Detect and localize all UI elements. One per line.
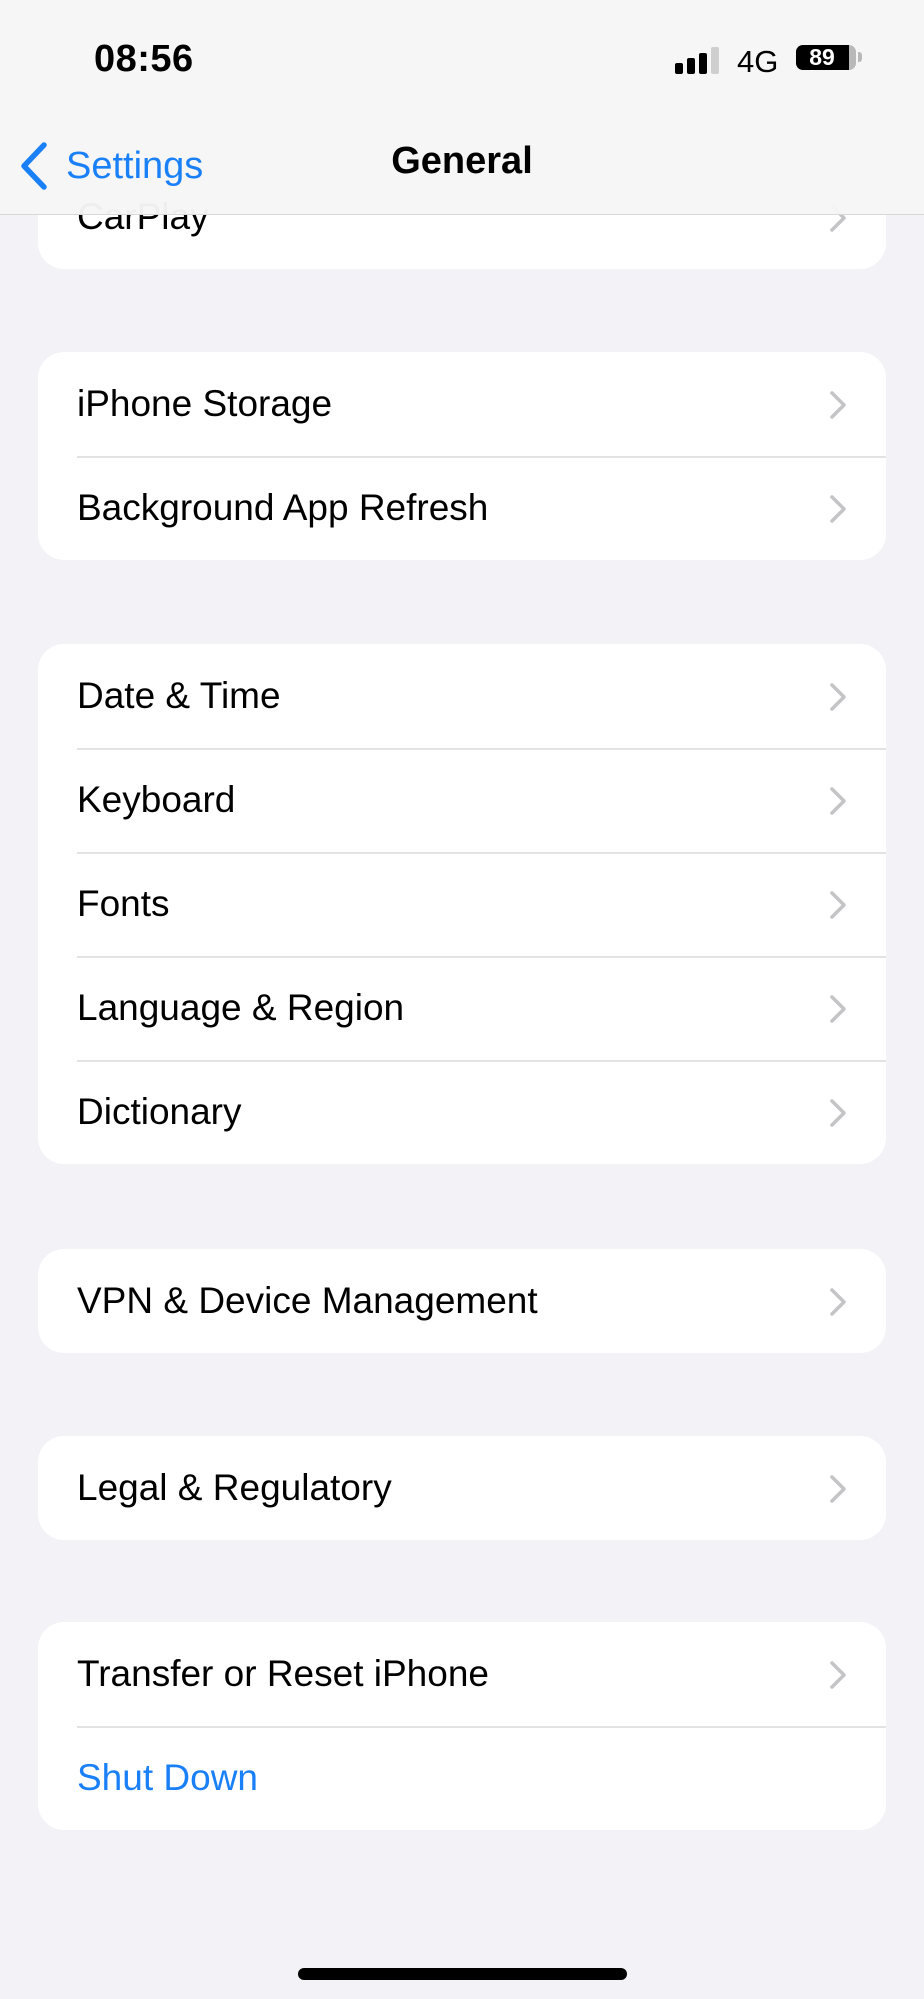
battery-nub <box>858 52 862 62</box>
group-reset: Transfer or Reset iPhone Shut Down <box>38 1622 886 1830</box>
chevron-right-icon <box>830 787 846 815</box>
row-date-time[interactable]: Date & Time <box>38 644 886 748</box>
chevron-right-icon <box>830 683 846 711</box>
row-background-app-refresh[interactable]: Background App Refresh <box>38 456 886 560</box>
battery-icon: 89 <box>796 45 856 70</box>
row-dictionary[interactable]: Dictionary <box>38 1060 886 1164</box>
status-time: 08:56 <box>94 38 194 80</box>
shut-down-button[interactable]: Shut Down <box>38 1726 886 1830</box>
group-vpn: VPN & Device Management <box>38 1249 886 1353</box>
chevron-right-icon <box>830 1475 846 1503</box>
row-label: Fonts <box>77 883 170 924</box>
row-label: iPhone Storage <box>77 383 333 424</box>
row-legal-regulatory[interactable]: Legal & Regulatory <box>38 1436 886 1540</box>
row-label: Legal & Regulatory <box>77 1467 392 1508</box>
row-language-region[interactable]: Language & Region <box>38 956 886 1060</box>
status-bar: 08:56 4G 89 <box>0 0 924 100</box>
row-label: Shut Down <box>77 1757 258 1798</box>
row-label: Language & Region <box>77 987 405 1028</box>
battery-percent: 89 <box>809 45 835 70</box>
row-label: Dictionary <box>77 1091 242 1132</box>
page-title: General <box>391 140 533 182</box>
chevron-right-icon <box>830 1288 846 1316</box>
row-keyboard[interactable]: Keyboard <box>38 748 886 852</box>
chevron-right-icon <box>830 1661 846 1689</box>
chevron-right-icon <box>830 995 846 1023</box>
row-iphone-storage[interactable]: iPhone Storage <box>38 352 886 456</box>
cellular-signal-icon <box>675 47 721 74</box>
row-fonts[interactable]: Fonts <box>38 852 886 956</box>
navigation-bar: 08:56 4G 89 Settings General <box>0 0 924 215</box>
row-transfer-reset[interactable]: Transfer or Reset iPhone <box>38 1622 886 1726</box>
row-label: VPN & Device Management <box>77 1280 538 1321</box>
chevron-right-icon <box>830 1099 846 1127</box>
row-vpn-device-management[interactable]: VPN & Device Management <box>38 1249 886 1353</box>
chevron-right-icon <box>830 891 846 919</box>
chevron-right-icon <box>830 391 846 419</box>
row-label: Background App Refresh <box>77 487 489 528</box>
row-label: Date & Time <box>77 675 281 716</box>
group-storage: iPhone Storage Background App Refresh <box>38 352 886 560</box>
network-type: 4G <box>737 44 779 79</box>
home-indicator[interactable] <box>298 1968 627 1980</box>
chevron-right-icon <box>830 495 846 523</box>
row-label: Transfer or Reset iPhone <box>77 1653 489 1694</box>
row-label: Keyboard <box>77 779 236 820</box>
group-locale: Date & Time Keyboard Fonts Language & Re… <box>38 644 886 1164</box>
group-legal: Legal & Regulatory <box>38 1436 886 1540</box>
